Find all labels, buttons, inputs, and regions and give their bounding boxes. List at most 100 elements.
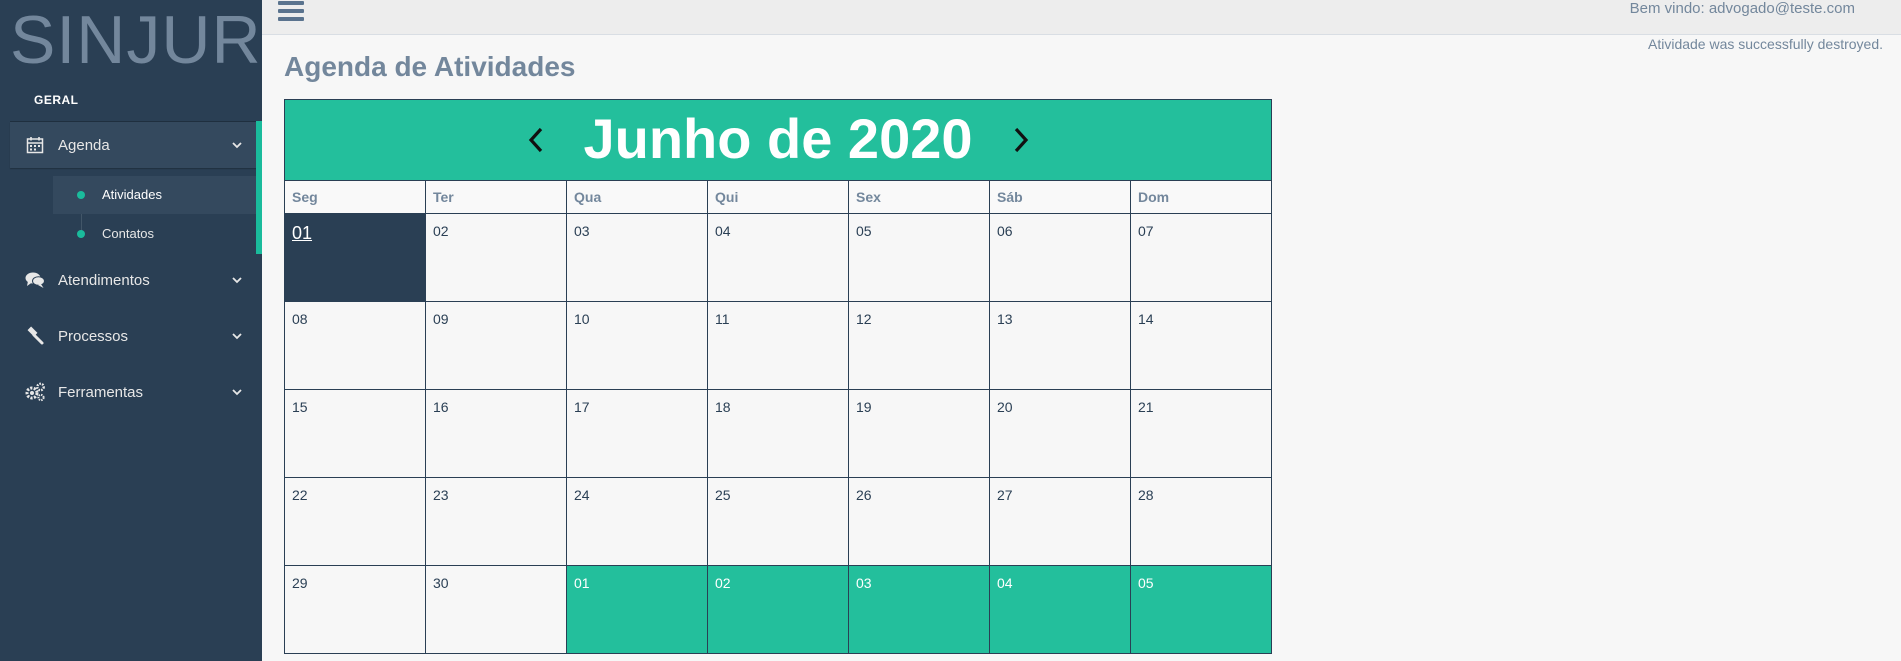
day-number: 01 <box>292 223 313 243</box>
day-number: 19 <box>856 399 872 415</box>
day-number: 15 <box>292 399 308 415</box>
flash-notice: Atividade was successfully destroyed. <box>1648 36 1883 52</box>
weekday-header: Seg <box>285 181 426 214</box>
calendar-day[interactable]: 17 <box>567 390 708 478</box>
day-number: 30 <box>433 575 449 591</box>
brand-logo[interactable]: SINJUR <box>10 6 262 74</box>
day-number: 11 <box>715 311 730 327</box>
calendar-day[interactable]: 25 <box>708 478 849 566</box>
bullet-dot-icon <box>77 191 85 199</box>
weekday-header: Sáb <box>990 181 1131 214</box>
day-number: 21 <box>1138 399 1154 415</box>
chevron-down-icon <box>230 329 244 343</box>
chevron-down-icon <box>230 138 244 152</box>
calendar-day[interactable]: 11 <box>708 302 849 390</box>
calendar-day[interactable]: 08 <box>285 302 426 390</box>
day-number: 02 <box>433 223 449 239</box>
calendar-day[interactable]: 13 <box>990 302 1131 390</box>
calendar-day[interactable]: 09 <box>426 302 567 390</box>
day-number: 09 <box>433 311 449 327</box>
day-number: 27 <box>997 487 1013 503</box>
calendar-header: Junho de 2020 <box>284 99 1272 180</box>
calendar-day-next-month[interactable]: 03 <box>849 566 990 654</box>
welcome-user[interactable]: Bem vindo: advogado@teste.com <box>1630 0 1855 17</box>
bullet-dot-icon <box>77 230 85 238</box>
calendar-day-next-month[interactable]: 05 <box>1131 566 1272 654</box>
calendar-day[interactable]: 15 <box>285 390 426 478</box>
submenu-label: Contatos <box>102 226 155 241</box>
top-navigation: Bem vindo: advogado@teste.com <box>262 0 1901 35</box>
calendar-day[interactable]: 18 <box>708 390 849 478</box>
day-number: 20 <box>997 399 1013 415</box>
day-number: 08 <box>292 311 308 327</box>
calendar-day[interactable]: 19 <box>849 390 990 478</box>
calendar-day[interactable]: 14 <box>1131 302 1272 390</box>
calendar-day-next-month[interactable]: 02 <box>708 566 849 654</box>
day-number: 17 <box>574 399 590 415</box>
agenda-submenu: Atividades Contatos <box>53 176 256 254</box>
weekday-header: Ter <box>426 181 567 214</box>
sidebar-item-processos[interactable]: Processos <box>10 313 260 359</box>
calendar-day[interactable]: 23 <box>426 478 567 566</box>
sidebar: SINJUR GERAL Agenda Atividades Contatos … <box>0 0 262 661</box>
day-number: 03 <box>856 575 872 591</box>
day-number: 05 <box>1138 575 1154 591</box>
weekday-header: Qui <box>708 181 849 214</box>
calendar-day[interactable]: 06 <box>990 214 1131 302</box>
day-number: 18 <box>715 399 731 415</box>
day-number: 12 <box>856 311 872 327</box>
day-number: 10 <box>574 311 590 327</box>
sidebar-item-ferramentas[interactable]: Ferramentas <box>10 369 260 415</box>
day-number: 03 <box>574 223 590 239</box>
calendar-day[interactable]: 29 <box>285 566 426 654</box>
weekday-header: Dom <box>1131 181 1272 214</box>
day-number: 04 <box>715 223 731 239</box>
calendar-icon <box>24 134 46 156</box>
calendar-day[interactable]: 12 <box>849 302 990 390</box>
calendar-day[interactable]: 05 <box>849 214 990 302</box>
calendar-day[interactable]: 22 <box>285 478 426 566</box>
calendar-day[interactable]: 27 <box>990 478 1131 566</box>
sidebar-item-atividades[interactable]: Atividades <box>53 176 256 214</box>
day-number: 26 <box>856 487 872 503</box>
calendar-day[interactable]: 10 <box>567 302 708 390</box>
calendar-day[interactable]: 21 <box>1131 390 1272 478</box>
calendar-day[interactable]: 20 <box>990 390 1131 478</box>
day-number: 13 <box>997 311 1013 327</box>
calendar-day-next-month[interactable]: 04 <box>990 566 1131 654</box>
calendar-day[interactable]: 28 <box>1131 478 1272 566</box>
calendar-day[interactable]: 03 <box>567 214 708 302</box>
calendar-day[interactable]: 24 <box>567 478 708 566</box>
chevron-right-icon[interactable] <box>1006 122 1036 158</box>
submenu-label: Atividades <box>102 187 162 202</box>
day-number: 02 <box>715 575 731 591</box>
calendar-day[interactable]: 26 <box>849 478 990 566</box>
chevron-down-icon <box>230 385 244 399</box>
day-number: 24 <box>574 487 590 503</box>
day-number: 22 <box>292 487 308 503</box>
day-number: 16 <box>433 399 449 415</box>
calendar-day[interactable]: 02 <box>426 214 567 302</box>
day-number: 01 <box>574 575 590 591</box>
active-indicator <box>256 121 262 254</box>
calendar-day[interactable]: 04 <box>708 214 849 302</box>
weekday-header: Qua <box>567 181 708 214</box>
day-number: 25 <box>715 487 731 503</box>
calendar-day[interactable]: 30 <box>426 566 567 654</box>
comments-icon <box>24 269 46 291</box>
sidebar-item-label: Atendimentos <box>58 271 150 289</box>
day-number: 23 <box>433 487 449 503</box>
page-title: Agenda de Atividades <box>284 51 576 82</box>
calendar-month-title: Junho de 2020 <box>583 107 973 170</box>
calendar-day-next-month[interactable]: 01 <box>567 566 708 654</box>
calendar-day[interactable]: 16 <box>426 390 567 478</box>
sidebar-item-contatos[interactable]: Contatos <box>53 215 256 253</box>
day-number: 14 <box>1138 311 1154 327</box>
calendar-day-today[interactable]: 01 <box>285 214 426 302</box>
sidebar-item-atendimentos[interactable]: Atendimentos <box>10 257 260 303</box>
sidebar-item-agenda[interactable]: Agenda <box>10 122 260 168</box>
sidebar-item-label: Agenda <box>58 136 110 154</box>
calendar-day[interactable]: 07 <box>1131 214 1272 302</box>
calendar: Junho de 2020 Seg Ter Qua Qui Sex Sáb Do… <box>284 99 1272 654</box>
hamburger-menu-icon[interactable] <box>278 1 304 23</box>
